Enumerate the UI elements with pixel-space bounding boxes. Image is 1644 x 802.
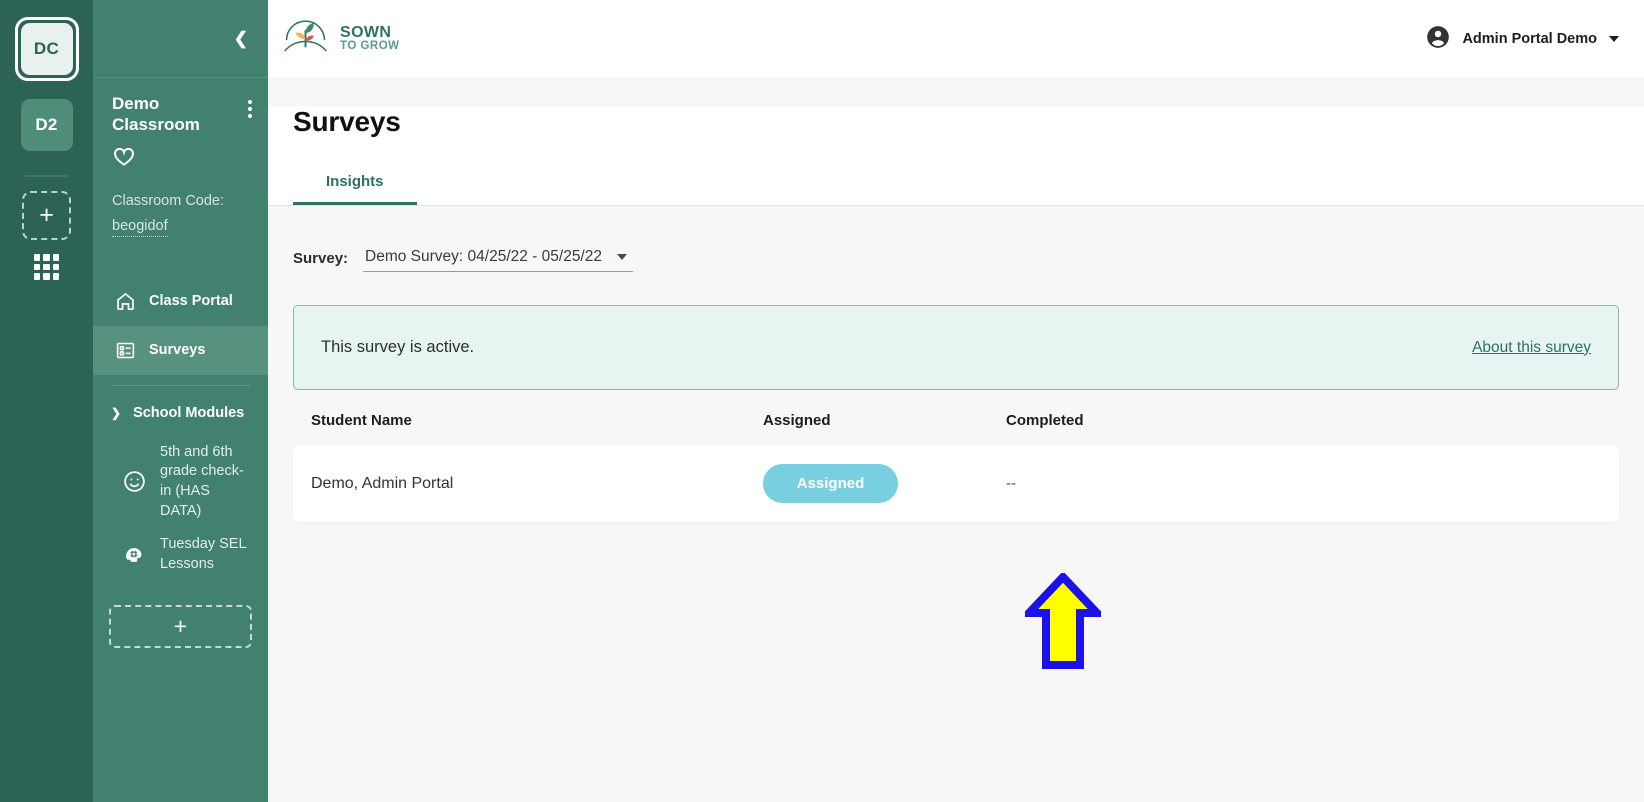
module-item-grade-checkin[interactable]: 5th and 6th grade check-in (HAS DATA)	[93, 436, 268, 528]
sidebar-item-surveys-label: Surveys	[149, 342, 206, 359]
cell-student-name: Demo, Admin Portal	[311, 474, 454, 492]
classroom-code-value[interactable]: beogidof	[112, 218, 168, 237]
column-header-assigned: Assigned	[763, 412, 831, 429]
classroom-code-label: Classroom Code:	[112, 192, 225, 209]
add-classroom-button[interactable]: +	[22, 191, 71, 240]
logo-line-2: TO GROW	[340, 40, 400, 53]
smiley-face-icon	[122, 469, 147, 494]
completed-value: --	[1006, 474, 1016, 492]
classroom-sidebar: ❮ Demo Classroom Classroom Code: beogido…	[93, 0, 268, 802]
classroom-name: Demo Classroom	[112, 94, 200, 134]
sidebar-divider	[111, 384, 250, 386]
survey-select-value: Demo Survey: 04/25/22 - 05/25/22	[365, 248, 602, 265]
sidebar-nav: Class Portal Surveys	[93, 277, 268, 375]
school-modules-header[interactable]: ❯ School Modules	[93, 390, 268, 436]
sidebar-header: ❮	[93, 0, 268, 78]
table-row[interactable]: Demo, Admin Portal Assigned --	[293, 445, 1619, 522]
top-bar: SOWN TO GROW Admin Portal Demo	[268, 0, 1644, 78]
chevron-left-icon[interactable]: ❮	[234, 30, 248, 47]
app-root: DC D2 + ❮ Demo Classroom Classroom Code:	[0, 0, 1644, 802]
rail-account-dc[interactable]: DC	[14, 17, 79, 81]
rail-account-d2[interactable]: D2	[15, 93, 79, 157]
assigned-status-badge[interactable]: Assigned	[763, 464, 898, 503]
school-modules-label: School Modules	[133, 404, 245, 421]
module-item-tuesday-sel[interactable]: Tuesday SEL Lessons	[93, 528, 268, 581]
logo-line-1: SOWN	[340, 23, 392, 41]
head-gear-icon	[122, 542, 147, 567]
sidebar-item-surveys[interactable]: Surveys	[93, 325, 268, 375]
apps-grid-icon[interactable]	[33, 254, 60, 280]
column-header-student-name: Student Name	[311, 412, 412, 429]
chevron-down-icon: ❯	[111, 405, 122, 420]
sprout-logo-icon	[282, 13, 329, 65]
insights-body: Survey: Demo Survey: 04/25/22 - 05/25/22…	[268, 206, 1644, 522]
brand-logo[interactable]: SOWN TO GROW	[282, 13, 400, 65]
page-head: Surveys Insights	[268, 106, 1644, 206]
account-circle-icon	[1425, 24, 1451, 55]
user-menu[interactable]: Admin Portal Demo	[1425, 24, 1619, 55]
caret-down-icon	[1609, 36, 1619, 42]
sidebar-item-class-portal[interactable]: Class Portal	[93, 277, 268, 326]
cell-assigned: Assigned	[763, 464, 1006, 503]
rail-account-dc-initials: DC	[20, 23, 73, 75]
survey-list-icon	[115, 340, 136, 361]
account-rail: DC D2 +	[0, 0, 93, 802]
caret-down-icon	[617, 254, 628, 260]
survey-selector-row: Survey: Demo Survey: 04/25/22 - 05/25/22	[293, 206, 1619, 272]
page-title: Surveys	[293, 106, 401, 137]
survey-status-banner: This survey is active. About this survey	[293, 305, 1619, 390]
survey-select[interactable]: Demo Survey: 04/25/22 - 05/25/22	[363, 248, 634, 272]
user-menu-name: Admin Portal Demo	[1462, 31, 1597, 47]
tab-insights-label: Insights	[326, 172, 384, 190]
column-header-completed: Completed	[1006, 412, 1084, 429]
add-module-button[interactable]: +	[109, 605, 252, 649]
sidebar-item-class-portal-label: Class Portal	[149, 293, 233, 310]
module-item-tuesday-sel-label: Tuesday SEL Lessons	[160, 536, 246, 572]
survey-status-message: This survey is active.	[321, 338, 475, 356]
page-content: Surveys Insights Survey: Demo Survey: 04…	[268, 78, 1644, 802]
rail-account-d2-initials: D2	[20, 99, 73, 151]
table-header-row: Student Name Assigned Completed	[293, 390, 1619, 445]
classroom-summary: Demo Classroom Classroom Code: beogidof	[93, 78, 268, 237]
module-item-grade-checkin-label: 5th and 6th grade check-in (HAS DATA)	[160, 443, 244, 519]
rail-divider	[24, 175, 69, 177]
main-column: SOWN TO GROW Admin Portal Demo Surveys I…	[268, 0, 1644, 802]
home-icon	[115, 291, 136, 312]
tab-insights[interactable]: Insights	[293, 160, 417, 205]
up-arrow-annotation	[1019, 571, 1107, 669]
tab-bar: Insights	[268, 160, 1644, 206]
about-this-survey-link[interactable]: About this survey	[1472, 339, 1591, 357]
more-vertical-icon[interactable]	[248, 94, 252, 118]
cell-completed: --	[1006, 475, 1601, 493]
heart-icon[interactable]	[112, 146, 136, 170]
survey-selector-label: Survey:	[293, 250, 349, 267]
